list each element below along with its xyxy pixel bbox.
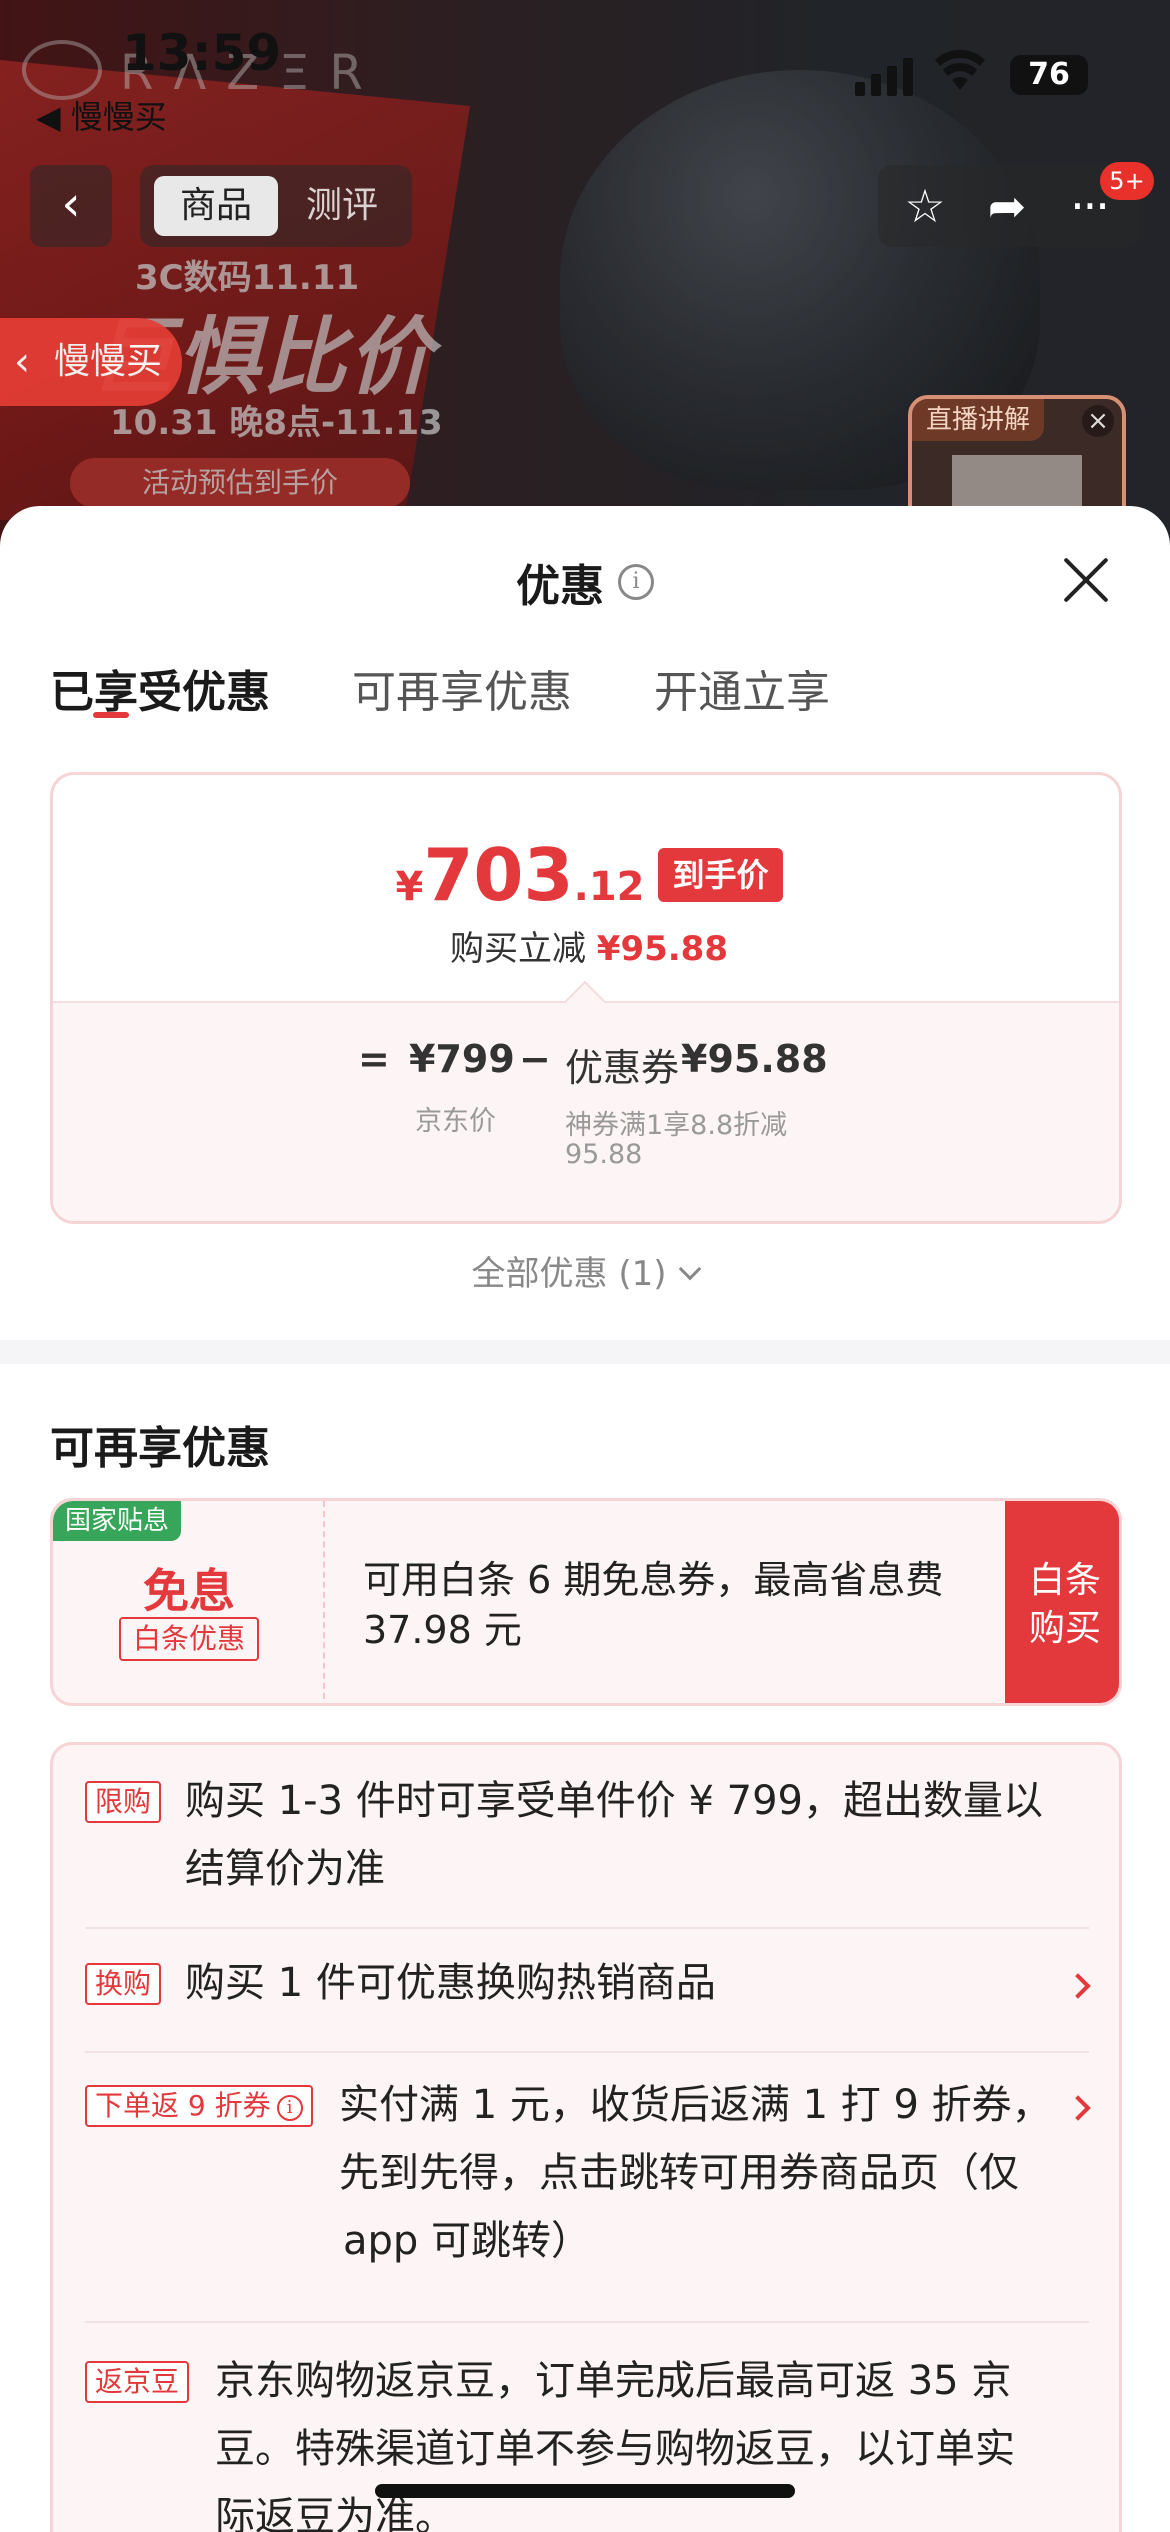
rule-item-coupon[interactable]: 下单返 9 折券 i 实付满 1 元，收货后返满 1 打 9 折券， 先到先得，点… — [85, 2081, 1095, 2281]
baitiao-tag: 白条优惠 — [119, 1617, 259, 1661]
baitiao-buy-line1: 白条 — [1028, 1560, 1101, 1601]
rule-text-line: 购买 1 件可优惠换购热销商品 — [185, 1960, 716, 2006]
instant-discount-amount: ¥95.88 — [596, 929, 728, 969]
all-discounts-label: 全部优惠 (1) — [471, 1254, 667, 1294]
gov-subsidy-tag: 国家贴息 — [53, 1501, 182, 1541]
instant-discount-label: 购买立减 — [449, 929, 586, 969]
baitiao-offer-card[interactable]: 国家贴息 免息 白条优惠 可用白条 6 期免息券，最高省息费 37.98 元 白… — [50, 1498, 1122, 1706]
slowbuy-floating-button[interactable]: ‹ 慢慢买 — [0, 318, 182, 406]
rule-tag-jingdou: 返京豆 — [85, 2361, 190, 2403]
tab-enjoyed[interactable]: 已享受优惠 — [50, 656, 270, 720]
rule-item-exchange[interactable]: 换购 购买 1 件可优惠换购热销商品 — [85, 1959, 1095, 2019]
final-price: ¥703.12 到手价 — [53, 833, 1119, 917]
back-button[interactable]: ‹ — [30, 165, 112, 247]
live-label: 直播讲解 — [912, 399, 1045, 441]
notification-badge: 5+ — [1100, 162, 1154, 200]
info-icon[interactable]: i — [618, 564, 654, 600]
share-icon[interactable]: ➦ — [982, 181, 1032, 231]
coupon-note-line1: 神券满1享8.8折减 — [565, 1110, 788, 1141]
wifi-icon — [935, 48, 985, 92]
rule-divider — [85, 2321, 1089, 2323]
tab-activate[interactable]: 开通立享 — [654, 656, 830, 720]
jd-price-label: 京东价 — [415, 1106, 496, 1137]
all-discounts-toggle[interactable]: 全部优惠 (1) — [0, 1246, 1170, 1295]
rule-text-line: 先到先得，点击跳转可用券商品页（仅 — [339, 2150, 1019, 2196]
coupon-note-line2: 95.88 — [565, 1139, 643, 1170]
rule-text-line: 实付满 1 元，收货后返满 1 打 9 折券， — [339, 2082, 1052, 2128]
coupon-label: 优惠券 — [565, 1046, 680, 1090]
final-price-badge: 到手价 — [658, 848, 783, 902]
sheet-title: 优惠 i — [0, 550, 1170, 614]
nav-tabs: 商品 测评 — [140, 165, 412, 247]
rule-text-line: app 可跳转） — [343, 2218, 592, 2264]
rule-text-line: 购买 1-3 件时可享受单件价 ¥ 799，超出数量以 — [185, 1778, 1043, 1824]
price-decimal: .12 — [573, 864, 645, 910]
interest-free-label: 免息 — [143, 1564, 235, 1618]
minus-sign: − — [519, 1037, 551, 1081]
slowbuy-label: 慢慢买 — [54, 341, 163, 382]
price-integer: 703 — [423, 833, 574, 917]
tab-product[interactable]: 商品 — [154, 176, 278, 236]
close-icon[interactable]: × — [1082, 405, 1114, 437]
more-discounts-title: 可再享优惠 — [50, 1423, 270, 1474]
rule-text-line: 京东购物返京豆，订单完成后最高可返 35 京 — [215, 2358, 1012, 2404]
tab-more[interactable]: 可再享优惠 — [352, 656, 572, 720]
rule-tag-exchange: 换购 — [85, 1963, 162, 2005]
home-indicator[interactable] — [375, 2484, 795, 2498]
rule-tag-coupon-label: 下单返 9 折券 — [95, 2089, 271, 2122]
battery-icon: 76 — [1010, 55, 1088, 95]
status-time: 13:59 — [122, 24, 282, 82]
equals-sign: = — [358, 1037, 390, 1081]
close-icon[interactable] — [1060, 554, 1112, 606]
section-divider — [0, 1340, 1170, 1364]
chevron-right-icon — [1065, 1973, 1091, 1999]
rule-text-line: 结算价为准 — [185, 1846, 385, 1892]
rule-tag-limit: 限购 — [85, 1781, 162, 1823]
chevron-left-icon: ‹ — [14, 339, 30, 385]
rule-divider — [85, 2051, 1089, 2053]
sheet-title-text: 优惠 — [516, 561, 604, 612]
coupon-amount: ¥95.88 — [681, 1037, 828, 1081]
rule-divider — [85, 1927, 1089, 1929]
rule-text-line: 豆。特殊渠道订单不参与购物返豆，以订单实 — [215, 2426, 1015, 2472]
info-icon[interactable]: i — [276, 2095, 303, 2121]
chevron-right-icon — [1065, 2095, 1091, 2121]
tab-active-indicator — [93, 712, 129, 718]
instant-discount: 购买立减 ¥95.88 — [53, 921, 1119, 970]
price-currency: ¥ — [395, 864, 424, 910]
jd-price: ¥799 — [409, 1037, 515, 1081]
status-back-app[interactable]: ◀ 慢慢买 — [36, 92, 167, 138]
cellular-signal-icon — [855, 56, 915, 96]
rule-tag-coupon: 下单返 9 折券 i — [85, 2085, 313, 2127]
promotion-rules-card: 限购 购买 1-3 件时可享受单件价 ¥ 799，超出数量以 结算价为准 换购 … — [50, 1742, 1122, 2532]
baitiao-buy-line2: 购买 — [1028, 1608, 1101, 1649]
baitiao-description: 可用白条 6 期免息券，最高省息费 37.98 元 — [363, 1558, 944, 1652]
chevron-down-icon — [679, 1257, 702, 1281]
baitiao-buy-button[interactable]: 白条 购买 — [1005, 1501, 1119, 1703]
discount-sheet: 优惠 i 已享受优惠 可再享优惠 开通立享 ¥703.12 到手价 购买立减 ¥95… — [0, 506, 1170, 2532]
tab-review[interactable]: 测评 — [280, 176, 404, 236]
price-card: ¥703.12 到手价 购买立减 ¥95.88 = ¥799 京东价 − 优惠券 … — [50, 772, 1122, 1224]
star-icon[interactable]: ☆ — [900, 181, 950, 231]
